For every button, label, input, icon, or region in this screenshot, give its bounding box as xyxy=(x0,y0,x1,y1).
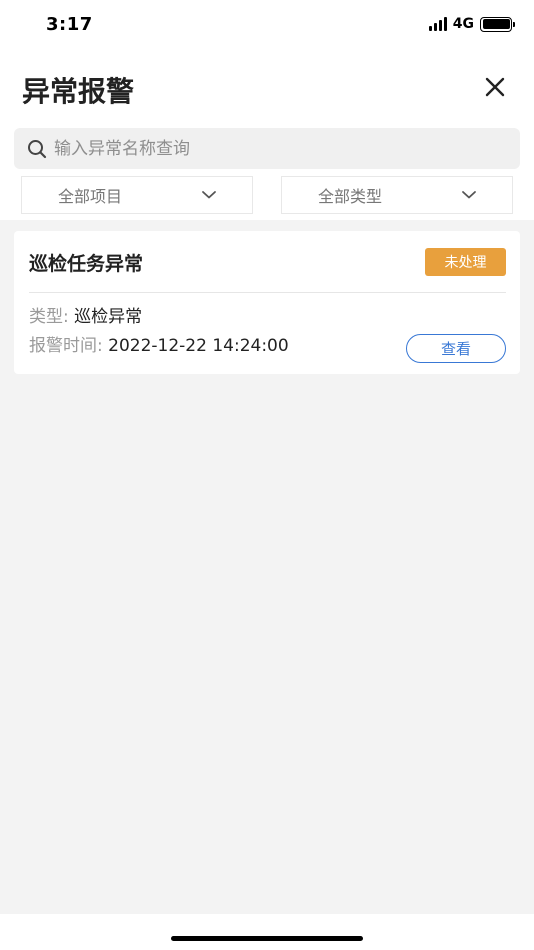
search-input[interactable] xyxy=(54,138,494,159)
home-indicator[interactable] xyxy=(171,936,363,941)
filter-project-label: 全部项目 xyxy=(58,187,123,206)
header-area: 3:17 4G 异常报警 全部项目 全部类型 xyxy=(0,0,534,220)
bottom-bar xyxy=(0,914,534,950)
alert-title: 巡检任务异常 xyxy=(29,253,144,275)
chevron-down-icon xyxy=(200,189,218,201)
alert-time-row: 报警时间: 2022-12-22 14:24:00 xyxy=(29,331,289,356)
battery-icon xyxy=(480,16,515,32)
close-icon[interactable] xyxy=(480,72,510,102)
filter-project[interactable]: 全部项目 xyxy=(21,176,253,214)
filter-type[interactable]: 全部类型 xyxy=(281,176,513,214)
alert-time-value: 2022-12-22 14:24:00 xyxy=(108,336,289,356)
alert-type-label: 类型: xyxy=(29,307,69,327)
alert-card[interactable]: 巡检任务异常 未处理 类型: 巡检异常 报警时间: 2022-12-22 14:… xyxy=(14,231,520,374)
alert-type-value: 巡检异常 xyxy=(74,307,143,327)
status-indicators: 4G xyxy=(428,16,515,32)
view-button[interactable]: 查看 xyxy=(406,334,506,363)
filter-type-label: 全部类型 xyxy=(318,187,383,206)
alert-type-row: 类型: 巡检异常 xyxy=(29,302,142,327)
alert-time-label: 报警时间: xyxy=(29,336,103,356)
page-title: 异常报警 xyxy=(22,75,135,108)
status-badge: 未处理 xyxy=(425,248,506,276)
search-bar[interactable] xyxy=(14,128,520,169)
status-time: 3:17 xyxy=(46,14,93,35)
status-bar: 3:17 4G xyxy=(0,0,534,54)
search-icon xyxy=(26,138,48,160)
network-type: 4G xyxy=(452,16,474,32)
chevron-down-icon xyxy=(460,189,478,201)
card-divider xyxy=(29,292,506,293)
signal-icon xyxy=(428,17,447,31)
